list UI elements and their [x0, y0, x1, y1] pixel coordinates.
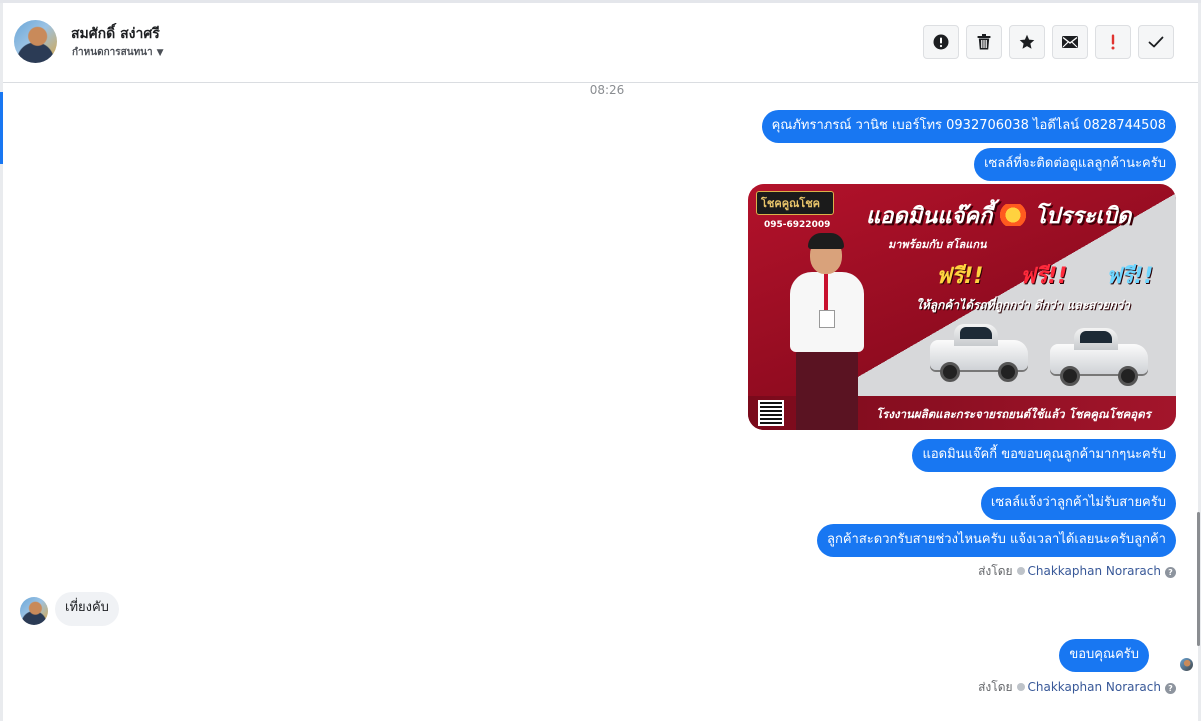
- promo-headline-left: แอดมินแจ๊คกี้: [866, 204, 993, 229]
- promo-free-2: ฟรี!!: [1020, 264, 1068, 289]
- message-timestamp: 08:26: [589, 83, 625, 97]
- checkmark-icon: [1148, 36, 1164, 48]
- sent-by-label: ส่งโดย: [978, 564, 1013, 578]
- conversation-status-label: กำหนดการสนทนา: [72, 47, 153, 58]
- outgoing-message[interactable]: ลูกค้าสะดวกรับสายช่วงไหนครับ แจ้งเวลาได้…: [817, 524, 1176, 557]
- promo-phone: 095-6922009: [764, 220, 831, 230]
- promo-footer-text: โรงงานผลิตและกระจายรถยนต์ใช้แล้ว โชคคูณโ…: [876, 407, 1151, 421]
- mark-done-button[interactable]: [1138, 25, 1174, 59]
- sent-by-line: ส่งโดย Chakkaphan Norarach?: [978, 678, 1176, 697]
- outgoing-message[interactable]: เซลล์ที่จะติดต่อดูแลลูกค้านะครับ: [974, 148, 1176, 181]
- help-icon[interactable]: ?: [1165, 567, 1176, 578]
- agent-name-link[interactable]: Chakkaphan Norarach: [1028, 680, 1161, 694]
- promo-headline: แอดมินแจ๊คกี้ โปรระเบิด: [866, 198, 1131, 233]
- star-icon: [1019, 34, 1035, 49]
- help-icon[interactable]: ?: [1165, 683, 1176, 694]
- promo-image[interactable]: โชคคูณโชค 095-6922009 แอดมินแจ๊คกี้ โปรระ…: [748, 184, 1176, 430]
- alert-icon: [933, 34, 949, 50]
- incoming-message[interactable]: เที่ยงคับ: [55, 592, 119, 626]
- outgoing-message[interactable]: ขอบคุณครับ: [1059, 639, 1149, 672]
- mark-spam-button[interactable]: [1095, 25, 1131, 59]
- exclamation-icon: [1111, 34, 1115, 50]
- promo-subtitle: มาพร้อมกับ สโลแกน: [888, 238, 987, 251]
- sender-avatar[interactable]: [20, 597, 48, 625]
- sent-by-line: ส่งโดย Chakkaphan Norarach?: [978, 562, 1176, 581]
- sent-by-label: ส่งโดย: [978, 680, 1013, 694]
- delete-button[interactable]: [966, 25, 1002, 59]
- pickup-truck-2: [1050, 328, 1148, 388]
- qr-code: [758, 400, 784, 426]
- promo-person: [788, 233, 866, 430]
- contact-avatar[interactable]: [14, 20, 57, 63]
- active-indicator: [0, 92, 3, 164]
- promo-logo-text: โชคคูณโชค: [761, 197, 821, 210]
- contact-name[interactable]: สมศักดิ์ สง่าศรี: [71, 23, 160, 45]
- promo-free-1: ฟรี!!: [936, 264, 984, 289]
- promo-tagline: ให้ลูกค้าได้รถที่ถูกกว่า ดีกว่า และสวยกว…: [916, 298, 1131, 312]
- promo-free-3: ฟรี!!: [1106, 264, 1154, 289]
- trash-icon: [977, 34, 991, 50]
- promo-headline-right: โปรระเบิด: [1034, 204, 1132, 229]
- read-receipt-avatar: [1180, 658, 1193, 671]
- explosion-icon: [998, 204, 1029, 226]
- conversation-header: สมศักดิ์ สง่าศรี กำหนดการสนทนา ▼: [3, 3, 1198, 83]
- verified-icon: [1016, 683, 1025, 691]
- envelope-icon: [1062, 36, 1078, 48]
- caret-down-icon: ▼: [156, 48, 164, 58]
- conversation-status-dropdown[interactable]: กำหนดการสนทนา ▼: [72, 45, 164, 60]
- report-button[interactable]: [923, 25, 959, 59]
- pickup-truck-1: [930, 324, 1028, 384]
- promo-logo: โชคคูณโชค: [756, 191, 834, 215]
- outgoing-message[interactable]: คุณภัทราภรณ์ วานิช เบอร์โทร 0932706038 ไ…: [761, 110, 1176, 143]
- verified-icon: [1016, 567, 1025, 575]
- mark-unread-button[interactable]: [1052, 25, 1088, 59]
- scrollbar-thumb[interactable]: [1197, 512, 1200, 646]
- star-button[interactable]: [1009, 25, 1045, 59]
- outgoing-message[interactable]: แอดมินแจ๊คกี้ ขอขอบคุณลูกค้ามากๆนะครับ: [912, 439, 1176, 472]
- agent-name-link[interactable]: Chakkaphan Norarach: [1028, 564, 1161, 578]
- outgoing-message[interactable]: เซลล์แจ้งว่าลูกค้าไม่รับสายครับ: [980, 487, 1176, 520]
